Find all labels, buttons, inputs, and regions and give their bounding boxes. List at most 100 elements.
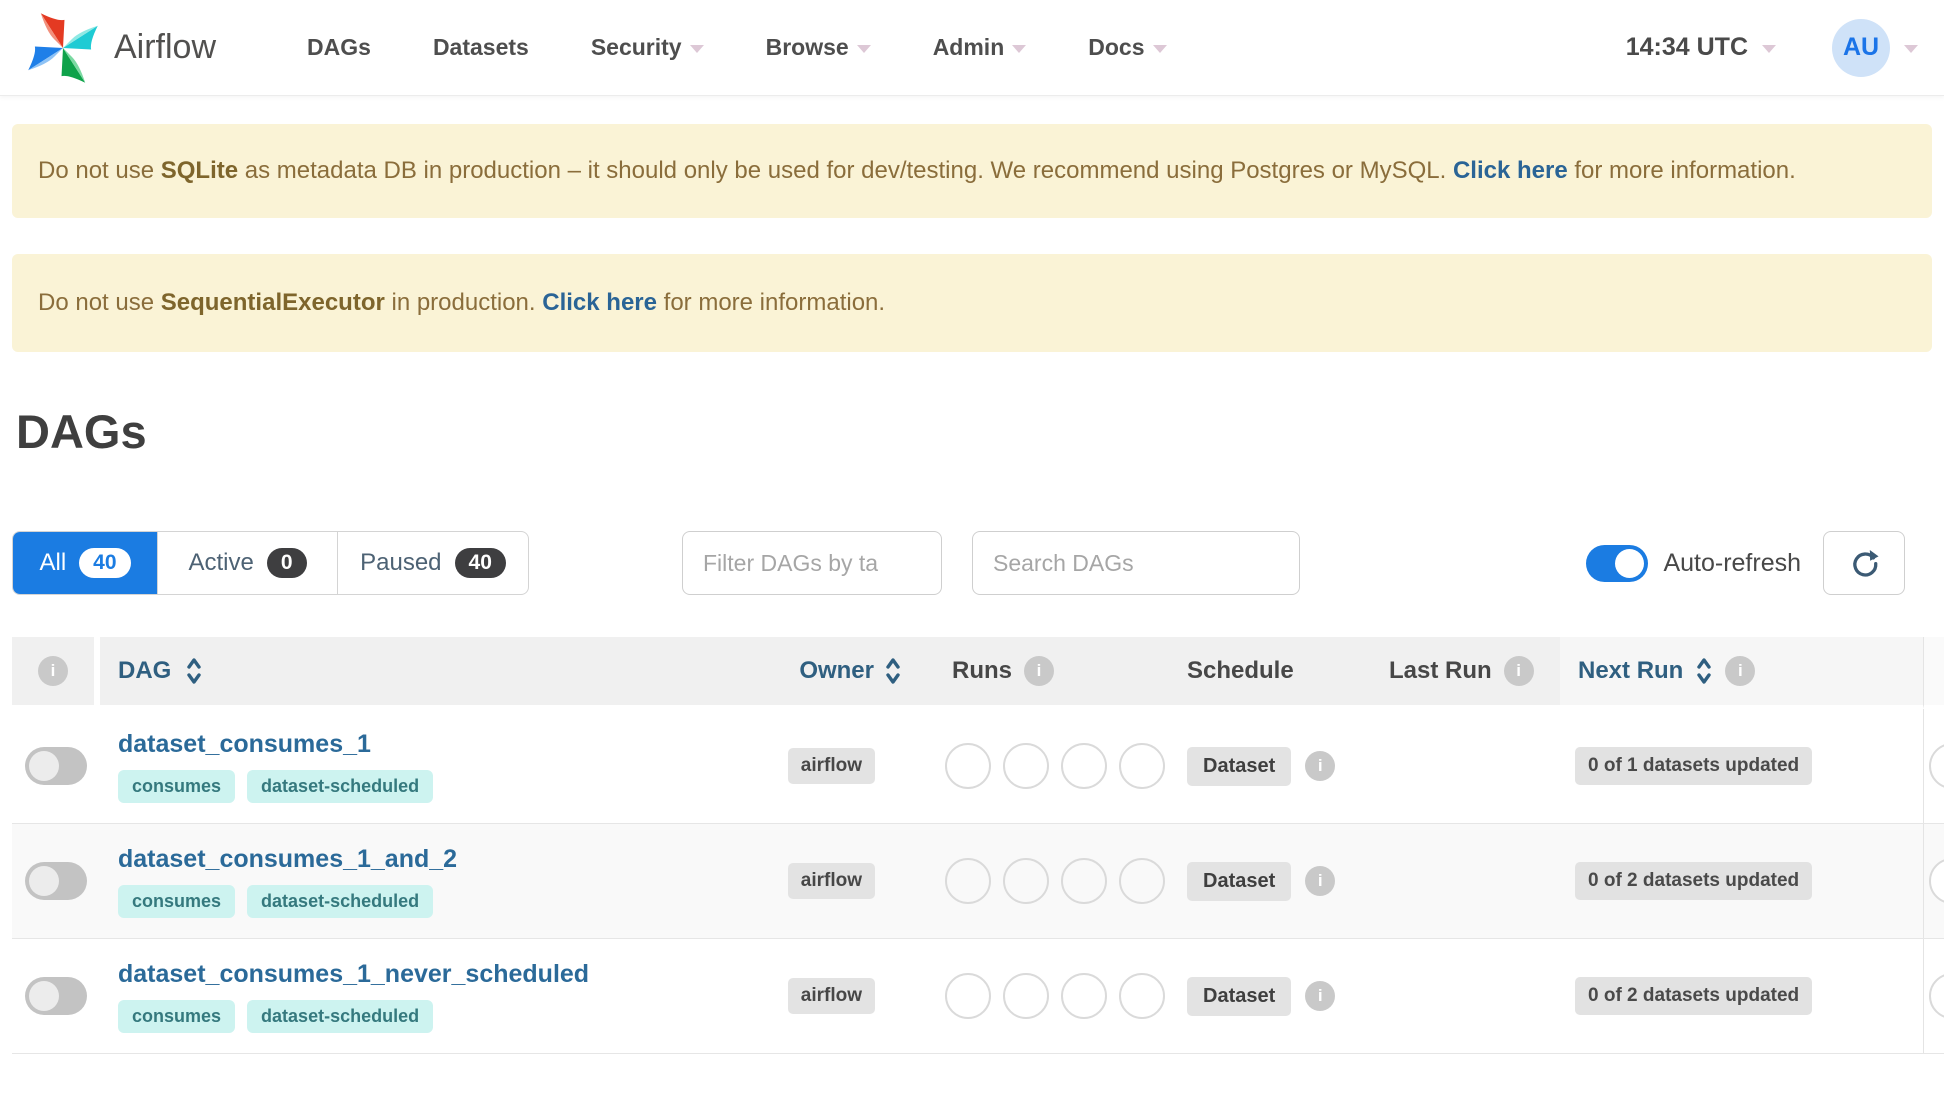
dataset-schedule-badge[interactable]: Dataset [1187,976,1292,1016]
tag-consumes[interactable]: consumes [118,769,236,803]
sort-icon[interactable] [185,655,203,687]
run-status-circle[interactable] [1061,973,1107,1019]
chevron-down-icon [856,45,871,53]
filter-dags-by-tag-input[interactable] [682,531,942,595]
refresh-button[interactable] [1823,531,1905,595]
schedule-cell: Dataset i [1165,824,1385,938]
info-icon: i [1725,656,1756,686]
chevron-down-icon [1012,45,1027,53]
dataset-schedule-badge[interactable]: Dataset [1187,746,1292,786]
owner-badge: airflow [787,978,875,1014]
banner-text: Do not use [38,289,161,316]
tag-consumes[interactable]: consumes [118,999,236,1033]
overflow-cell [1923,709,1944,823]
tag-dataset-scheduled[interactable]: dataset-scheduled [247,884,434,918]
datasets-updated-badge[interactable]: 0 of 2 datasets updated [1575,862,1813,900]
sort-owner-link[interactable]: Owner [799,657,874,685]
tag-row: consumes dataset-scheduled [118,884,434,918]
pause-toggle-cell [12,939,100,1053]
runs-cell [910,709,1165,823]
brand-name: Airflow [114,28,217,66]
search-dags-input[interactable] [972,531,1300,595]
run-status-circle[interactable] [1119,973,1165,1019]
clock-dropdown[interactable]: 14:34 UTC [1626,33,1776,62]
run-status-circle[interactable] [1003,858,1049,904]
run-status-circle[interactable] [1061,858,1107,904]
auto-refresh-toggle[interactable] [1586,544,1649,582]
tab-paused[interactable]: Paused 40 [337,532,528,594]
run-status-circle[interactable] [1061,743,1107,789]
sequential-executor-warning-banner: Do not use SequentialExecutor in product… [12,254,1932,352]
datasets-updated-badge[interactable]: 0 of 2 datasets updated [1575,977,1813,1015]
info-icon: i [1305,751,1336,781]
nav-item-label: Admin [932,34,1005,60]
tag-dataset-scheduled[interactable]: dataset-scheduled [247,769,434,803]
dag-pause-toggle[interactable] [25,862,87,900]
sort-next-run-link[interactable]: Next Run [1578,657,1683,685]
run-status-circle[interactable] [945,973,991,1019]
tag-consumes[interactable]: consumes [118,884,236,918]
tab-count-badge: 40 [454,548,506,578]
run-status-circle[interactable] [1003,973,1049,1019]
click-here-link[interactable]: Click here [542,289,657,316]
banner-text: as metadata DB in production – it should… [238,157,1453,184]
dag-name-link[interactable]: dataset_consumes_1_never_scheduled [118,960,589,989]
header-label: Runs [952,657,1012,684]
tab-all[interactable]: All 40 [13,532,157,594]
filter-row: All 40 Active 0 Paused 40 Auto-refresh [12,531,1932,595]
airflow-brand[interactable]: Airflow [26,11,216,85]
datasets-updated-badge[interactable]: 0 of 1 datasets updated [1575,747,1813,785]
owner-cell: airflow [750,939,910,1053]
schedule-cell: Dataset i [1165,709,1385,823]
chevron-down-icon [1152,45,1167,53]
airflow-dags-page: Airflow DAGs Datasets Security Browse Ad… [0,0,1944,1096]
schedule-cell: Dataset i [1165,939,1385,1053]
header-owner: Owner [750,637,910,709]
dags-table: i DAG Owner Runs i Schedule Last Run i N… [12,637,1944,1054]
dag-name-link[interactable]: dataset_consumes_1 [118,730,371,759]
dag-pause-toggle[interactable] [25,747,87,785]
banner-text: for more information. [1567,157,1796,184]
tab-label: Paused [360,549,442,576]
run-status-circle[interactable] [1929,743,1944,789]
nav-item-admin[interactable]: Admin [933,34,1027,61]
auto-refresh-label: Auto-refresh [1663,548,1801,577]
nav-item-browse[interactable]: Browse [766,34,871,61]
dag-pause-toggle[interactable] [25,977,87,1015]
info-icon: i [1305,866,1336,896]
tag-dataset-scheduled[interactable]: dataset-scheduled [247,999,434,1033]
last-run-cell [1385,824,1560,938]
nav-item-security[interactable]: Security [591,34,704,61]
run-status-circle[interactable] [1929,973,1944,1019]
avatar: AU [1832,18,1890,77]
overflow-cell [1923,939,1944,1053]
header-last-run: Last Run i [1385,637,1560,709]
nav-item-datasets[interactable]: Datasets [433,34,529,61]
run-status-circle[interactable] [945,743,991,789]
sort-dag-link[interactable]: DAG [118,657,171,685]
sort-icon[interactable] [884,655,902,687]
tab-active[interactable]: Active 0 [157,532,337,594]
run-status-circle[interactable] [1119,858,1165,904]
dataset-schedule-badge[interactable]: Dataset [1187,861,1292,901]
info-icon: i [1305,981,1336,1011]
click-here-link[interactable]: Click here [1453,157,1568,184]
run-status-circle[interactable] [1119,743,1165,789]
dag-name-link[interactable]: dataset_consumes_1_and_2 [118,845,457,874]
tag-row: consumes dataset-scheduled [118,769,434,803]
runs-cell [910,824,1165,938]
run-status-circle[interactable] [1003,743,1049,789]
sort-icon[interactable] [1695,655,1713,687]
nav-item-dags[interactable]: DAGs [307,34,371,61]
banner-text: in production. [384,289,543,316]
header-info-cell: i [12,637,100,709]
run-status-circle[interactable] [945,858,991,904]
user-menu[interactable]: AU [1832,18,1918,77]
run-status-circle[interactable] [1929,858,1944,904]
info-icon: i [1503,656,1534,686]
sqlite-warning-banner: Do not use SQLite as metadata DB in prod… [12,124,1932,218]
dag-cell: dataset_consumes_1_never_scheduled consu… [100,939,750,1053]
airflow-pinwheel-logo-icon [26,11,100,85]
owner-badge: airflow [787,748,875,784]
nav-item-docs[interactable]: Docs [1088,34,1167,61]
